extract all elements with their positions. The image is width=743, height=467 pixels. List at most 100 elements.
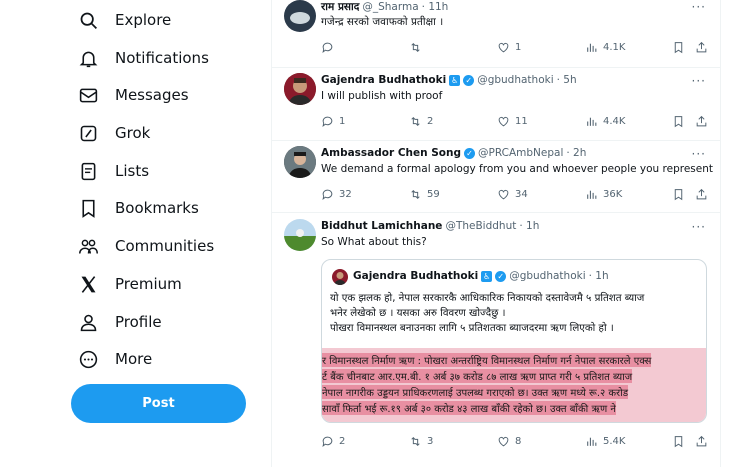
tweet-time[interactable]: · 1h: [519, 220, 539, 232]
quoted-author-handle: @gbudhathoki: [509, 270, 586, 282]
accessibility-badge-icon: ♿: [481, 270, 493, 282]
more-options-icon[interactable]: ···: [692, 0, 706, 14]
avatar[interactable]: [332, 269, 348, 285]
views-count: 4.4K: [603, 115, 626, 127]
bookmark-button[interactable]: [672, 113, 685, 129]
tweet-time[interactable]: · 5h: [557, 74, 577, 86]
share-icon: [696, 435, 707, 446]
tweet[interactable]: राम प्रसाद @_Sharma · 11h ··· गजेन्द्र स…: [272, 0, 720, 68]
reply-button[interactable]: [321, 39, 339, 55]
image-text-line: र विमानस्थल निर्माण ऋण : पोखरा अन्तर्राष…: [322, 353, 652, 367]
author-handle[interactable]: @TheBiddhut: [445, 220, 516, 232]
list-icon: [81, 162, 96, 180]
nav-label-more: More: [115, 350, 153, 368]
views-icon: [587, 117, 597, 126]
avatar[interactable]: [284, 219, 316, 251]
tweet[interactable]: Biddhut Lamichhane @TheBiddhut · 1h ··· …: [272, 213, 720, 467]
repost-button[interactable]: [409, 39, 427, 55]
avatar[interactable]: [284, 0, 316, 32]
reply-button[interactable]: 32: [321, 186, 352, 202]
avatar[interactable]: [284, 146, 316, 178]
like-button[interactable]: 8: [497, 433, 521, 449]
share-button[interactable]: [695, 186, 708, 202]
nav-lists[interactable]: Lists: [78, 153, 149, 189]
more-options-icon[interactable]: ···: [692, 220, 706, 234]
heart-icon: [498, 436, 509, 446]
like-button[interactable]: 1: [497, 39, 521, 55]
more-options-icon[interactable]: ···: [692, 74, 706, 88]
views-button[interactable]: 4.4K: [585, 113, 625, 129]
nav-explore[interactable]: Explore: [78, 2, 171, 38]
tweet[interactable]: Ambassador Chen Song ✓ @PRCAmbNepal · 2h…: [272, 141, 720, 213]
views-count: 5.4K: [603, 435, 626, 447]
reply-count: 1: [339, 115, 346, 127]
tweet-time[interactable]: · 11h: [422, 1, 449, 13]
accessibility-badge-icon: ♿: [449, 74, 461, 86]
tweet-text: So What about this?: [321, 236, 427, 248]
reply-icon: [322, 436, 333, 447]
tweet-time[interactable]: · 2h: [566, 147, 586, 159]
like-count: 11: [515, 115, 528, 127]
more-circle-icon: [79, 350, 98, 368]
nav-label-grok: Grok: [115, 124, 151, 142]
bell-icon: [79, 51, 98, 67]
repost-count: 3: [427, 435, 434, 447]
views-icon: [587, 437, 597, 446]
nav-bookmarks[interactable]: Bookmarks: [78, 190, 199, 226]
nav-notifications[interactable]: Notifications: [78, 40, 209, 76]
repost-button[interactable]: 59: [409, 186, 440, 202]
nav-label-profile: Profile: [115, 313, 162, 331]
nav-communities[interactable]: Communities: [78, 228, 214, 264]
avatar[interactable]: [284, 73, 316, 105]
tweet-actions: 1 4.1K: [321, 39, 709, 55]
nav-premium[interactable]: Premium: [78, 266, 182, 302]
share-button[interactable]: [695, 39, 708, 55]
quoted-tweet[interactable]: Gajendra Budhathoki ♿ ✓ @gbudhathoki · 1…: [321, 259, 707, 423]
reply-button[interactable]: 2: [321, 433, 345, 449]
author-handle[interactable]: @gbudhathoki: [477, 74, 553, 86]
author-handle[interactable]: @PRCAmbNepal: [478, 147, 563, 159]
nav-label-explore: Explore: [115, 11, 172, 29]
bookmark-icon: [674, 435, 683, 447]
like-button[interactable]: 34: [497, 186, 528, 202]
more-options-icon[interactable]: ···: [692, 147, 706, 161]
repost-button[interactable]: 3: [409, 433, 433, 449]
share-button[interactable]: [695, 433, 708, 449]
nav-more[interactable]: More: [78, 341, 152, 377]
person-icon: [80, 314, 97, 331]
author-name[interactable]: Ambassador Chen Song: [321, 147, 461, 159]
views-button[interactable]: 4.1K: [585, 39, 625, 55]
like-button[interactable]: 11: [497, 113, 528, 129]
bookmark-button[interactable]: [672, 186, 685, 202]
timeline-border: [720, 0, 721, 467]
quoted-tweet-header: Gajendra Budhathoki ♿ ✓ @gbudhathoki · 1…: [353, 270, 609, 282]
reply-button[interactable]: 1: [321, 113, 345, 129]
tweet[interactable]: Gajendra Budhathoki ♿ ✓ @gbudhathoki · 5…: [272, 68, 720, 141]
views-button[interactable]: 36K: [585, 186, 622, 202]
quoted-tweet-text-line: पोखरा विमानस्थल बनाउनका लागि ५ प्रतिशतका…: [330, 323, 614, 334]
bookmark-button[interactable]: [672, 39, 685, 55]
nav-profile[interactable]: Profile: [78, 304, 162, 340]
author-name[interactable]: राम प्रसाद: [321, 0, 359, 14]
quoted-tweet-text-line: यो एक झलक हो, नेपाल सरकारकै आधिकारिक निक…: [330, 293, 645, 304]
author-name[interactable]: Gajendra Budhathoki: [321, 74, 446, 86]
bookmark-button[interactable]: [672, 433, 685, 449]
share-icon: [696, 41, 707, 52]
repost-count: 59: [427, 188, 440, 200]
quoted-tweet-time: · 1h: [588, 270, 609, 282]
share-button[interactable]: [695, 113, 708, 129]
author-handle[interactable]: @_Sharma: [362, 1, 418, 13]
repost-button[interactable]: 2: [409, 113, 433, 129]
nav-grok[interactable]: Grok: [78, 115, 150, 151]
like-count: 8: [515, 435, 522, 447]
nav-messages[interactable]: Messages: [78, 77, 189, 113]
tweet-text: गजेन्द्र सरको जवाफको प्रतीक्षा ।: [321, 16, 444, 28]
reply-icon: [322, 116, 333, 127]
views-button[interactable]: 5.4K: [585, 433, 625, 449]
search-icon: [80, 12, 97, 29]
author-name[interactable]: Biddhut Lamichhane: [321, 220, 442, 232]
post-button[interactable]: Post: [71, 384, 246, 423]
x-logo-icon: [81, 275, 96, 293]
quoted-tweet-image[interactable]: र विमानस्थल निर्माण ऋण : पोखरा अन्तर्राष…: [322, 348, 706, 422]
image-text-line: नेपाल नागरीक उड्डयन प्राधिकरणलाई उपलब्ध …: [322, 385, 629, 399]
